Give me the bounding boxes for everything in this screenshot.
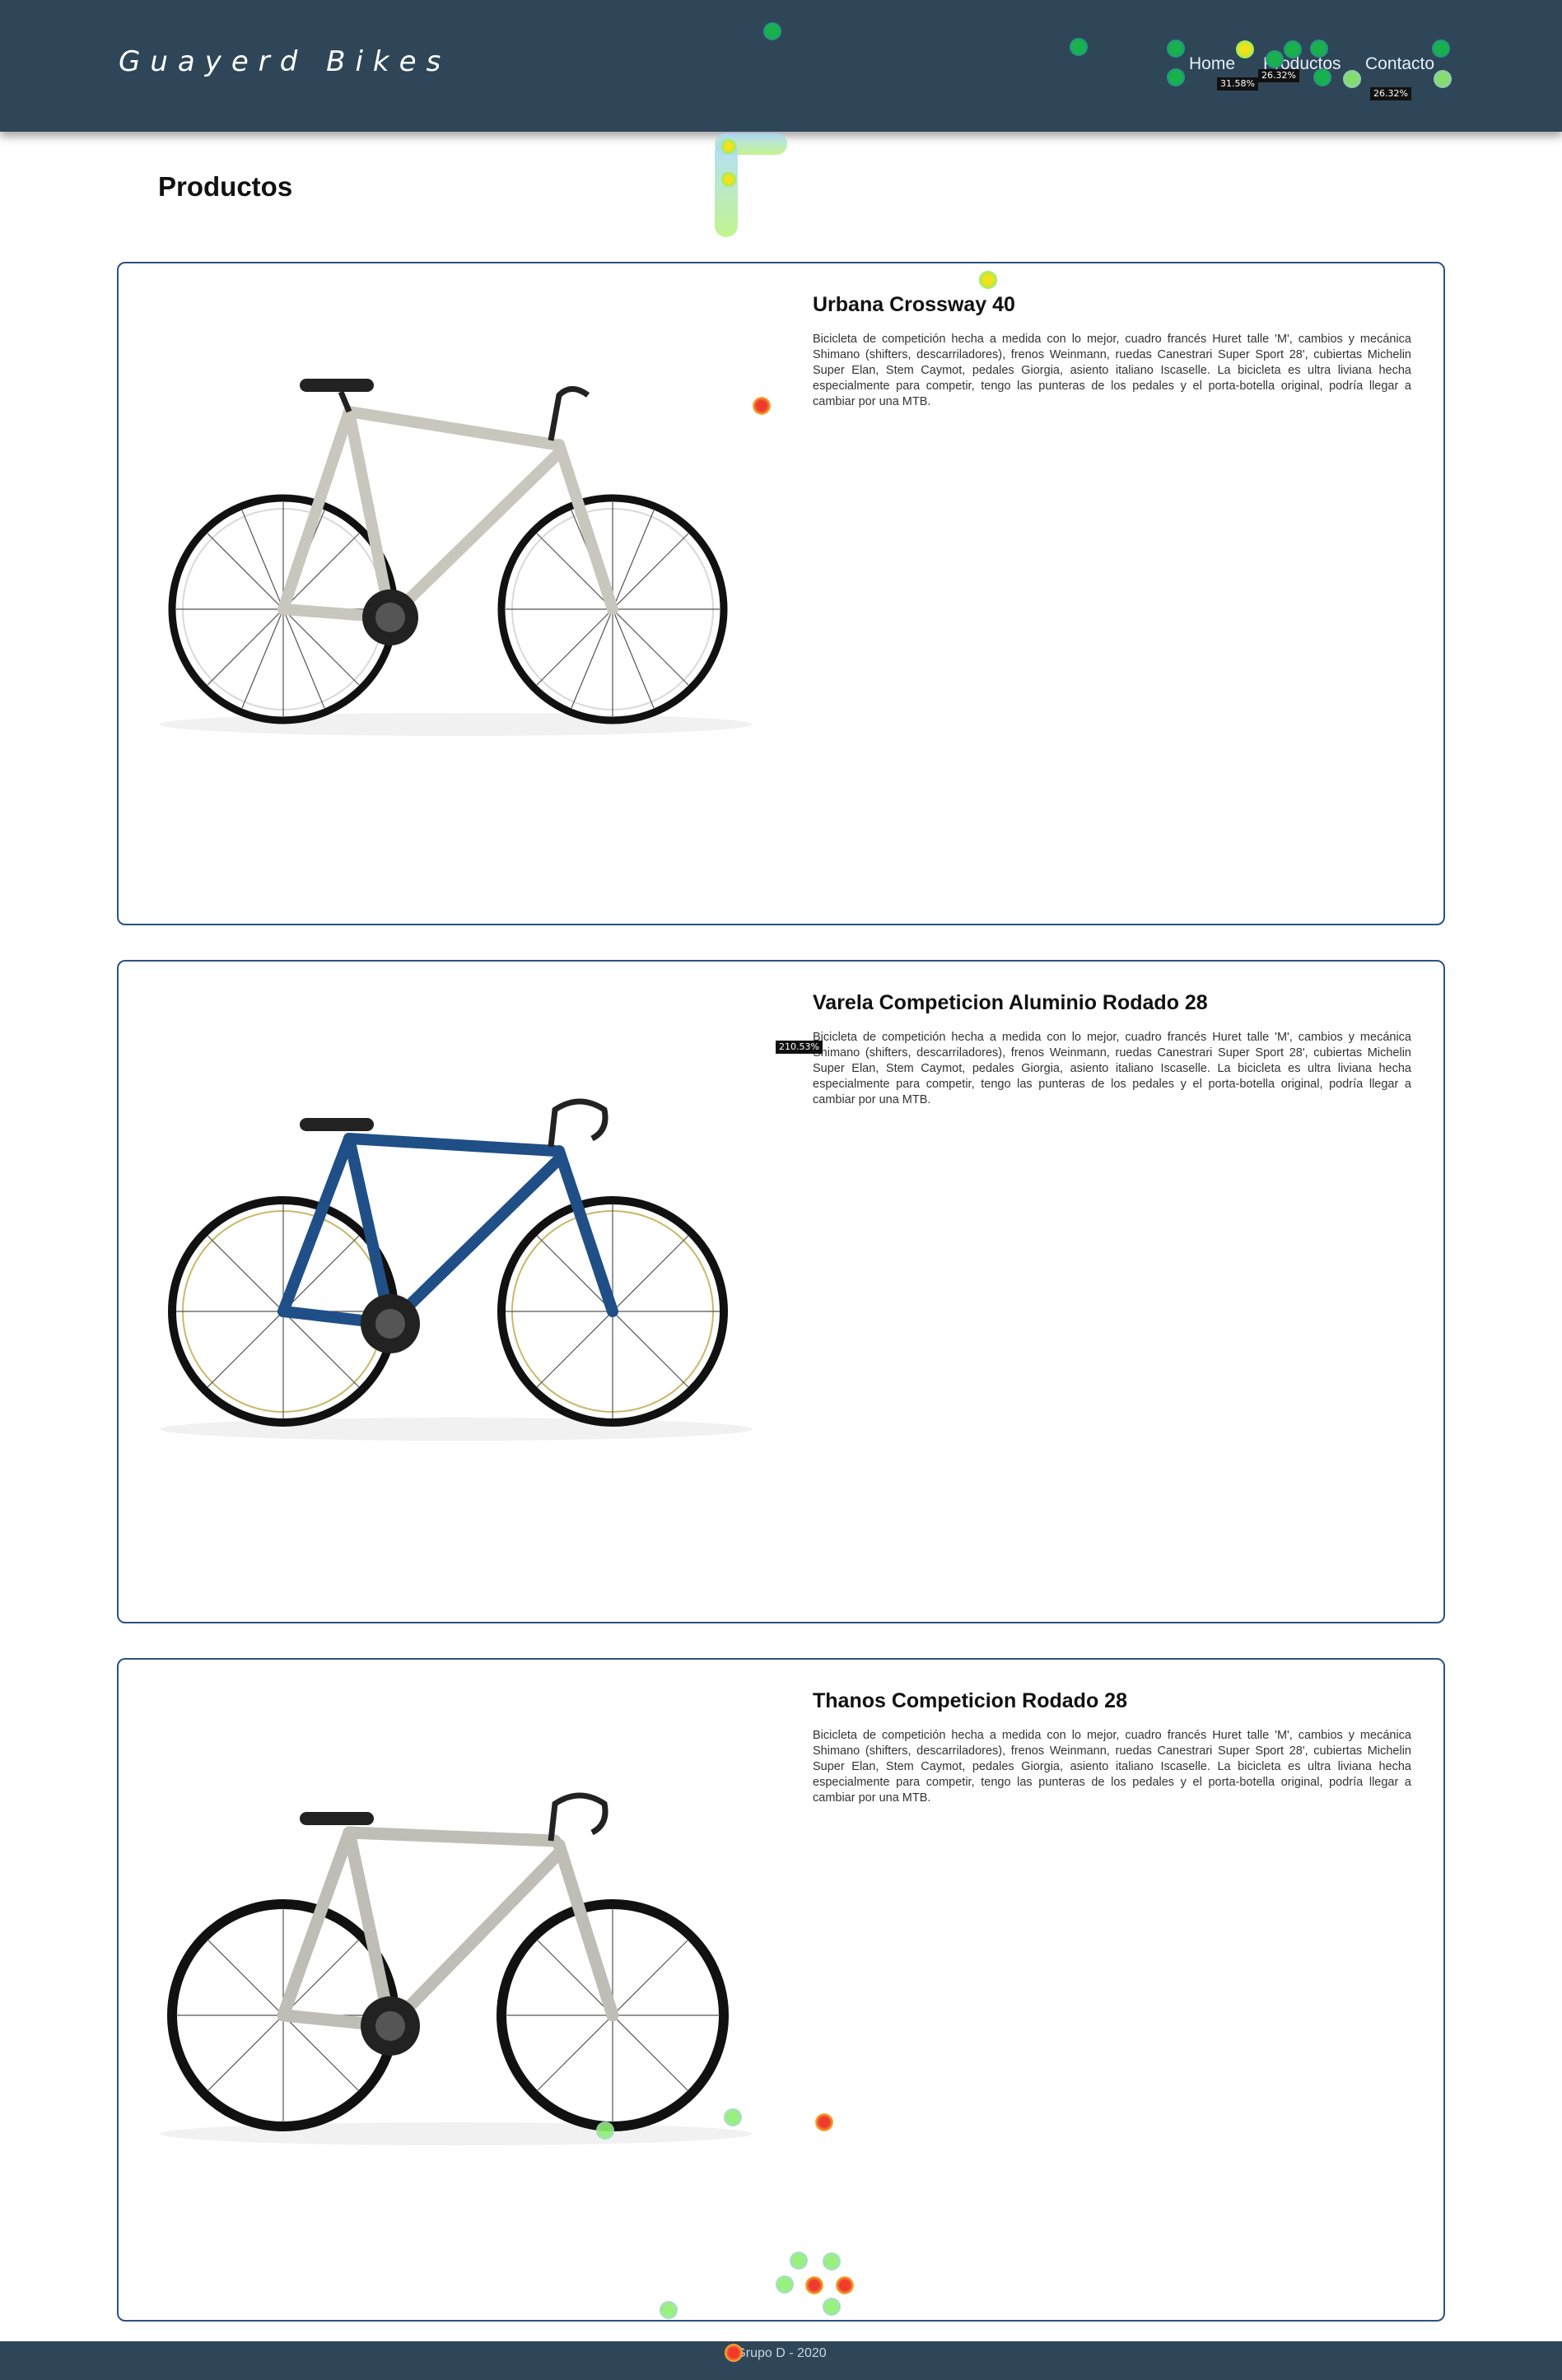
- product-card: Varela Competicion Aluminio Rodado 28 Bi…: [117, 960, 1445, 1623]
- product-description: Bicicleta de competición hecha a medida …: [813, 333, 1411, 408]
- page-title: Productos: [158, 171, 293, 202]
- bike-photo: [160, 1098, 753, 1441]
- product-name[interactable]: Urbana Crossway 40: [813, 293, 1411, 317]
- product-description: Bicicleta de competición hecha a medida …: [813, 1031, 1411, 1106]
- product-info: Thanos Competicion Rodado 28 Bicicleta d…: [813, 1689, 1411, 1806]
- product-description: Bicicleta de competición hecha a medida …: [813, 1729, 1411, 1805]
- product-info: Varela Competicion Aluminio Rodado 28 Bi…: [813, 991, 1411, 1108]
- brand-logo[interactable]: Guayerd Bikes: [119, 45, 450, 78]
- nav-link-productos[interactable]: Productos: [1263, 54, 1341, 74]
- site-header: Guayerd Bikes Home Productos Contacto: [0, 0, 1562, 132]
- heat-dot: [721, 139, 736, 154]
- nav-link-contacto[interactable]: Contacto: [1365, 54, 1434, 74]
- heat-streak: [715, 133, 787, 155]
- bike-image: [143, 1758, 769, 2187]
- bike-photo: [160, 379, 753, 736]
- product-info: Urbana Crossway 40 Bicicleta de competic…: [813, 293, 1411, 410]
- heat-streak: [715, 140, 738, 237]
- nav-link-home[interactable]: Home: [1189, 54, 1235, 74]
- product-card: Thanos Competicion Rodado 28 Bicicleta d…: [117, 1658, 1445, 2322]
- product-name[interactable]: Varela Competicion Aluminio Rodado 28: [813, 991, 1411, 1015]
- bike-photo: [160, 1792, 753, 2145]
- product-name[interactable]: Thanos Competicion Rodado 28: [813, 1689, 1411, 1713]
- site-footer: Grupo D - 2020: [0, 2341, 1562, 2380]
- bike-image: [143, 362, 769, 790]
- product-card: Urbana Crossway 40 Bicicleta de competic…: [117, 262, 1445, 925]
- footer-text: Grupo D - 2020: [735, 2346, 827, 2360]
- bike-image: [143, 1060, 769, 1488]
- heat-dot: [721, 172, 736, 187]
